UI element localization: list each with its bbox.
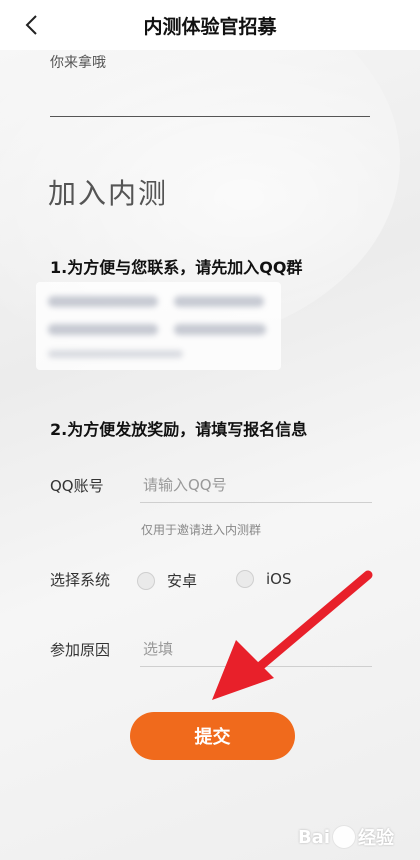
radio-circle-icon [236,570,254,588]
system-label: 选择系统 [50,571,111,589]
divider-line [50,116,370,117]
step2-heading: 2.为方便发放奖励，请填写报名信息 [50,420,308,439]
watermark-text-left: Bai [297,826,330,848]
qq-placeholder: 请输入QQ号 [143,475,227,494]
qq-group-info-blurred [36,282,281,370]
radio-ios[interactable]: iOS [236,570,292,588]
qq-hint: 仅用于邀请进入内测群 [141,523,262,537]
page-title: 内测体验官招募 [143,16,277,38]
watermark: Bai 经验 [298,824,394,850]
radio-circle-icon [137,571,155,590]
radio-ios-label: iOS [266,570,292,588]
reason-input[interactable]: 选填 [140,630,372,667]
radio-android[interactable]: 安卓 [137,570,197,591]
watermark-text-right: 经验 [358,828,394,849]
section-title: 加入内测 [48,177,169,210]
header-bar: 内测体验官招募 [0,0,420,50]
paw-icon [332,825,356,849]
qq-input[interactable]: 请输入QQ号 [140,466,372,503]
step1-heading: 1.为方便与您联系，请先加入QQ群 [50,258,303,277]
radio-android-label: 安卓 [167,572,198,590]
reason-label: 参加原因 [50,641,111,659]
reason-placeholder: 选填 [143,639,174,658]
qq-label: QQ账号 [50,477,104,495]
form-area: 你来拿哦 加入内测 1.为方便与您联系，请先加入QQ群 2.为方便发放奖励，请填… [0,50,420,860]
previous-field-text: 你来拿哦 [50,55,106,71]
submit-button[interactable]: 提交 [130,712,295,760]
